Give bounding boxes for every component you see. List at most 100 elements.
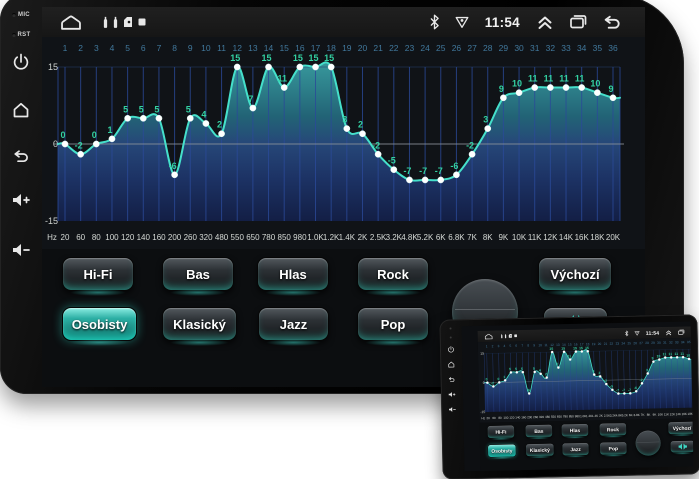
- eq-band-handle[interactable]: [610, 95, 616, 101]
- eq-band-handle[interactable]: [575, 350, 577, 352]
- eq-band-handle[interactable]: [611, 389, 613, 391]
- recent-apps-icon[interactable]: [677, 329, 685, 336]
- reset-default-button[interactable]: Výchozí: [538, 257, 612, 291]
- eq-band-handle[interactable]: [664, 356, 666, 358]
- eq-band-handle[interactable]: [486, 381, 488, 383]
- eq-band-handle[interactable]: [218, 131, 224, 137]
- eq-band-handle[interactable]: [587, 350, 589, 352]
- eq-band-handle[interactable]: [328, 64, 334, 70]
- eq-band-handle[interactable]: [581, 350, 583, 352]
- recent-apps-icon[interactable]: [568, 13, 588, 31]
- eq-band-handle[interactable]: [359, 131, 365, 137]
- eq-band-handle[interactable]: [647, 372, 649, 374]
- eq-band-handle[interactable]: [510, 371, 512, 373]
- eq-band-handle[interactable]: [498, 381, 500, 383]
- eq-band-handle[interactable]: [203, 120, 209, 126]
- preset-rock-button[interactable]: Rock: [357, 257, 429, 291]
- eq-band-handle[interactable]: [623, 392, 625, 394]
- volume-down-button[interactable]: [11, 240, 31, 260]
- eq-band-handle[interactable]: [281, 84, 287, 90]
- preset-jazz-button[interactable]: Jazz: [258, 307, 329, 341]
- eq-band-handle[interactable]: [109, 136, 115, 142]
- preset-bas-button[interactable]: Bas: [525, 424, 553, 437]
- eq-band-handle[interactable]: [485, 126, 491, 132]
- eq-band-handle[interactable]: [658, 358, 660, 360]
- eq-band-handle[interactable]: [312, 64, 318, 70]
- preset-hifi-button[interactable]: Hi-Fi: [62, 257, 134, 291]
- eq-band-handle[interactable]: [551, 351, 553, 353]
- eq-band-handle[interactable]: [375, 151, 381, 157]
- status-home-icon[interactable]: [58, 13, 84, 32]
- eq-band-handle[interactable]: [563, 84, 569, 90]
- eq-band-handle[interactable]: [688, 358, 690, 360]
- volume-down-icon[interactable]: [448, 405, 456, 413]
- eq-band-handle[interactable]: [528, 392, 530, 394]
- eq-band-handle[interactable]: [629, 392, 631, 394]
- eq-band-handle[interactable]: [78, 151, 84, 157]
- preset-hifi-button[interactable]: Hi-Fi: [487, 425, 515, 438]
- eq-band-handle[interactable]: [547, 84, 553, 90]
- eq-band-handle[interactable]: [156, 115, 162, 121]
- volume-up-button[interactable]: [11, 190, 31, 210]
- eq-band-handle[interactable]: [563, 351, 565, 353]
- eq-band-handle[interactable]: [635, 390, 637, 392]
- eq-band-handle[interactable]: [492, 385, 494, 387]
- preset-klasicky-button[interactable]: Klasický: [162, 307, 237, 341]
- eq-band-handle[interactable]: [453, 172, 459, 178]
- preset-hlas-button[interactable]: Hlas: [561, 423, 589, 436]
- eq-graph[interactable]: 1234567891011121314151617181920212223242…: [42, 37, 645, 249]
- eq-band-handle[interactable]: [504, 379, 506, 381]
- eq-band-handle[interactable]: [670, 356, 672, 358]
- eq-band-handle[interactable]: [171, 172, 177, 178]
- eq-band-handle[interactable]: [422, 177, 428, 183]
- eq-band-handle[interactable]: [265, 64, 271, 70]
- eq-band-handle[interactable]: [522, 371, 524, 373]
- preset-pop-button[interactable]: Pop: [357, 307, 429, 341]
- eq-band-handle[interactable]: [500, 95, 506, 101]
- power-button[interactable]: [11, 52, 31, 72]
- eq-band-handle[interactable]: [569, 358, 571, 360]
- eq-band-handle[interactable]: [234, 64, 240, 70]
- eq-band-handle[interactable]: [599, 375, 601, 377]
- eq-band-handle[interactable]: [546, 376, 548, 378]
- status-back-icon[interactable]: [690, 328, 694, 336]
- preset-hlas-button[interactable]: Hlas: [257, 257, 329, 291]
- eq-band-handle[interactable]: [593, 373, 595, 375]
- preset-bas-button[interactable]: Bas: [162, 257, 234, 291]
- eq-band-handle[interactable]: [532, 84, 538, 90]
- eq-band-handle[interactable]: [539, 373, 541, 375]
- eq-band-handle[interactable]: [652, 360, 654, 362]
- status-back-icon[interactable]: [601, 12, 623, 32]
- eq-band-handle[interactable]: [62, 141, 68, 147]
- eq-graph[interactable]: 1234567891011121314151617181920212223242…: [478, 337, 694, 422]
- eq-band-handle[interactable]: [438, 177, 444, 183]
- home-button[interactable]: [11, 100, 31, 120]
- volume-knob[interactable]: [635, 430, 661, 456]
- collapse-up-icon[interactable]: [535, 12, 555, 32]
- eq-band-handle[interactable]: [516, 90, 522, 96]
- eq-band-handle[interactable]: [125, 115, 131, 121]
- loudness-button[interactable]: [670, 440, 693, 453]
- preset-klasicky-button[interactable]: Klasický: [525, 443, 554, 457]
- home-icon[interactable]: [447, 360, 455, 368]
- eq-band-handle[interactable]: [557, 366, 559, 368]
- back-button[interactable]: [11, 146, 31, 166]
- status-home-icon[interactable]: [484, 333, 494, 340]
- eq-band-handle[interactable]: [641, 382, 643, 384]
- eq-band-handle[interactable]: [391, 167, 397, 173]
- eq-band-handle[interactable]: [344, 126, 350, 132]
- eq-band-handle[interactable]: [250, 105, 256, 111]
- collapse-up-icon[interactable]: [665, 329, 673, 337]
- eq-band-handle[interactable]: [579, 84, 585, 90]
- eq-band-handle[interactable]: [617, 392, 619, 394]
- preset-pop-button[interactable]: Pop: [600, 442, 628, 455]
- eq-band-handle[interactable]: [534, 371, 536, 373]
- power-icon[interactable]: [447, 345, 455, 353]
- volume-up-icon[interactable]: [448, 390, 456, 398]
- preset-jazz-button[interactable]: Jazz: [562, 442, 589, 455]
- eq-band-handle[interactable]: [676, 356, 678, 358]
- eq-band-handle[interactable]: [140, 115, 146, 121]
- eq-band-handle[interactable]: [682, 356, 684, 358]
- eq-band-handle[interactable]: [516, 371, 518, 373]
- eq-band-handle[interactable]: [93, 141, 99, 147]
